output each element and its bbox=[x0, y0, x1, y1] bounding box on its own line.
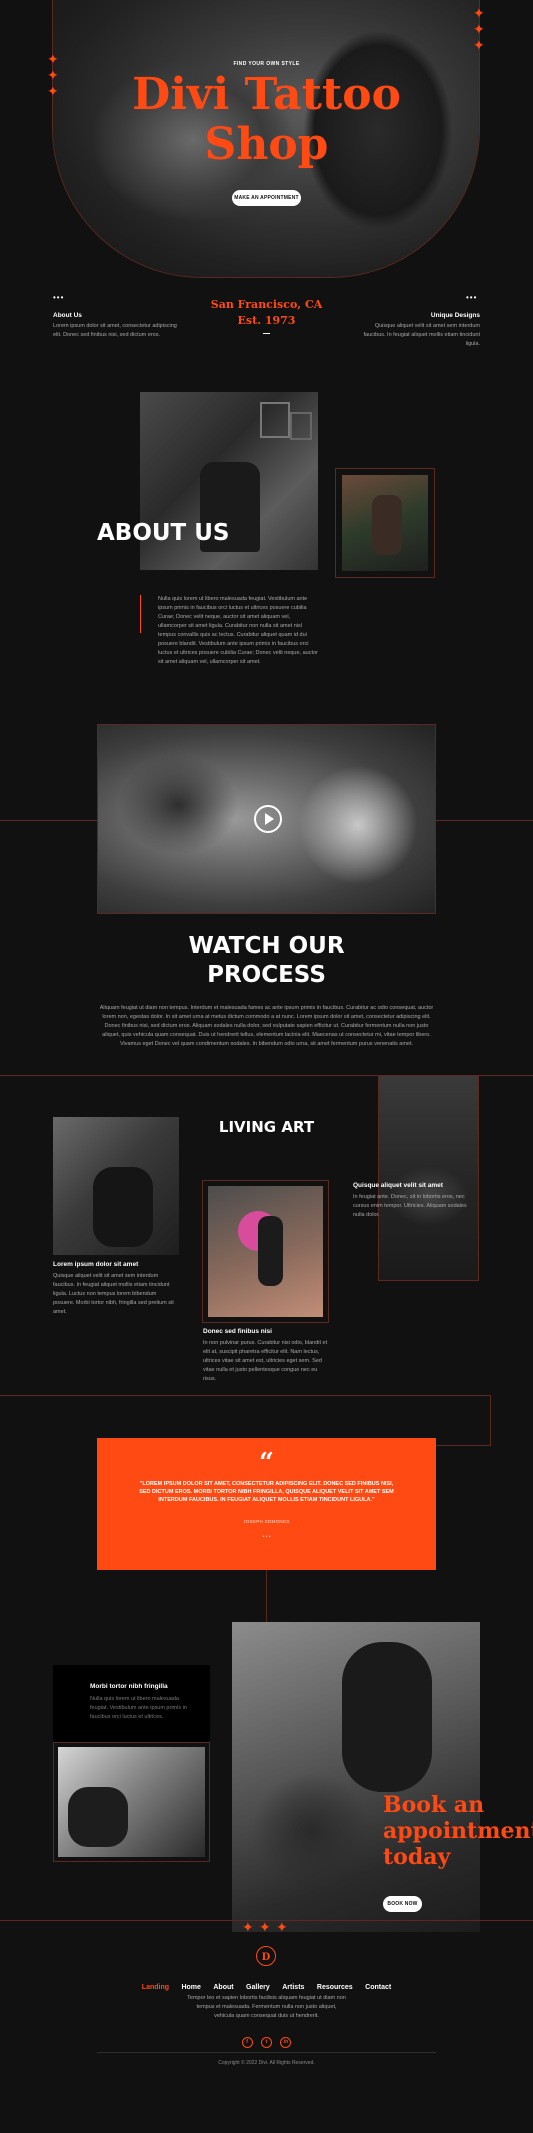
about-heading: ABOUT US bbox=[97, 520, 230, 546]
booking-card-text: Nulla quis lorem ut libero malesuada feu… bbox=[90, 1696, 187, 1720]
info-designs-text: Quisque aliquet velit sit amet sem inter… bbox=[363, 323, 480, 347]
booking-card: Morbi tortor nibh fringilla Nulla quis l… bbox=[53, 1665, 210, 1743]
living-art-section: Lorem ipsum dolor sit amet Quisque aliqu… bbox=[0, 1075, 533, 1395]
footer-nav: Landing Home About Gallery Artists Resou… bbox=[0, 1976, 533, 1994]
footer: ✦ ✦ ✦ D Landing Home About Gallery Artis… bbox=[0, 1920, 533, 2133]
footer-sparkle-icon-3: ✦ bbox=[276, 1919, 288, 1935]
info-divider bbox=[263, 333, 270, 334]
living-photo-2-frame bbox=[202, 1180, 329, 1323]
living-card2-title: Donec sed finibus nisi bbox=[203, 1328, 272, 1335]
quote-author: JOSEPH EDMONDS bbox=[243, 1519, 290, 1524]
footer-sparkle-icon-2: ✦ bbox=[259, 1919, 271, 1935]
footer-logo[interactable]: D bbox=[256, 1946, 276, 1966]
quote-pager-dots[interactable]: • • • bbox=[97, 1534, 436, 1540]
about-accent-line bbox=[140, 595, 141, 633]
footer-divider bbox=[97, 2052, 436, 2053]
footer-copyright: Copyright © 2022 Divi. All Rights Reserv… bbox=[218, 2060, 315, 2066]
quote-bottom-line bbox=[266, 1570, 267, 1622]
living-photo-1-glove bbox=[93, 1167, 153, 1247]
quote-text: "LOREM IPSUM DOLOR SIT AMET, CONSECTETUR… bbox=[139, 1481, 394, 1503]
living-card3-title: Quisque aliquet velit sit amet bbox=[353, 1182, 443, 1189]
nav-link-home[interactable]: Home bbox=[181, 1984, 200, 1991]
sparkle-icon-right-3: ✦ bbox=[473, 37, 485, 53]
living-card1-text: Quisque aliquet velit sit amet sem inter… bbox=[53, 1273, 174, 1315]
hero-section: ✦ ✦ ✦ ✦ ✦ ✦ FIND YOUR OWN STYLE Divi Tat… bbox=[0, 0, 533, 300]
info-row: ••• About Us Lorem ipsum dolor sit amet,… bbox=[0, 290, 533, 350]
booking-heading-line2: appointment bbox=[383, 1818, 533, 1844]
footer-text: Tempor leo et sapien lobortis facilisis … bbox=[187, 1995, 346, 2019]
about-small-photo-frame bbox=[335, 468, 435, 578]
about-text: Nulla quis lorem ut libero malesuada feu… bbox=[158, 596, 318, 665]
booking-photo-large bbox=[232, 1622, 480, 1932]
quote-mark-icon: “ bbox=[259, 1448, 274, 1478]
about-photo-frame-b bbox=[290, 412, 312, 440]
hero-appointment-button[interactable]: MAKE AN APPOINTMENT bbox=[232, 190, 301, 206]
living-card2-text: In non pulvinar purus. Curabitur nisi od… bbox=[203, 1340, 328, 1382]
quote-side-line bbox=[490, 1395, 491, 1445]
sparkle-icon-right-1: ✦ bbox=[473, 5, 485, 21]
living-card3-text: In feugiat ante. Donec, sit in lobortis … bbox=[353, 1194, 467, 1218]
dots-icon-right: ••• bbox=[466, 293, 478, 302]
booking-photo-hand bbox=[342, 1642, 432, 1792]
nav-link-contact[interactable]: Contact bbox=[365, 1984, 391, 1991]
booking-card-title: Morbi tortor nibh fringilla bbox=[90, 1683, 168, 1690]
footer-logo-letter: D bbox=[261, 1952, 271, 1963]
living-heading: LIVING ART bbox=[218, 1118, 315, 1136]
quote-box: “ "LOREM IPSUM DOLOR SIT AMET, CONSECTET… bbox=[97, 1438, 436, 1570]
process-heading-line1: WATCH OUR bbox=[188, 933, 345, 959]
living-photo-2 bbox=[208, 1186, 323, 1317]
living-photo-3 bbox=[378, 1075, 479, 1281]
about-small-photo bbox=[342, 475, 428, 571]
process-heading-line2: PROCESS bbox=[207, 962, 326, 988]
book-now-button[interactable]: BOOK NOW bbox=[383, 1896, 422, 1912]
nav-link-landing[interactable]: Landing bbox=[142, 1984, 169, 1991]
section-divider-2 bbox=[0, 1395, 490, 1396]
process-section: WATCH OUR PROCESS Aliquam feugiat ut dia… bbox=[0, 720, 533, 1050]
process-video[interactable] bbox=[97, 724, 436, 914]
booking-photo-small-frame bbox=[53, 1742, 210, 1862]
process-video-shape-b bbox=[298, 765, 418, 885]
booking-heading-line3: today bbox=[383, 1844, 451, 1870]
process-line-left bbox=[0, 820, 97, 821]
living-photo-2-hand bbox=[258, 1216, 283, 1286]
booking-photo-glove bbox=[252, 1772, 372, 1892]
sparkle-icon-right-2: ✦ bbox=[473, 21, 485, 37]
quote-top-line bbox=[435, 1445, 491, 1446]
about-small-photo-figure bbox=[372, 495, 402, 555]
hero-title-line2: Shop bbox=[204, 119, 329, 170]
nav-link-gallery[interactable]: Gallery bbox=[246, 1984, 270, 1991]
about-section: ABOUT US Nulla quis lorem ut libero male… bbox=[0, 380, 533, 680]
booking-photo-small bbox=[58, 1747, 205, 1857]
hero-eyebrow: FIND YOUR OWN STYLE bbox=[233, 61, 300, 67]
info-city: San Francisco, CA bbox=[210, 298, 323, 311]
booking-heading-line1: Book an bbox=[383, 1792, 485, 1818]
nav-link-artists[interactable]: Artists bbox=[282, 1984, 304, 1991]
process-video-shape-a bbox=[118, 755, 238, 855]
process-text: Aliquam feugiat ut diam non tempus. Inte… bbox=[99, 1005, 434, 1047]
booking-photo-small-hand bbox=[68, 1787, 128, 1847]
nav-link-resources[interactable]: Resources bbox=[317, 1984, 353, 1991]
footer-social: f t in bbox=[0, 2030, 533, 2048]
living-photo-1 bbox=[53, 1117, 179, 1255]
info-designs-title: Unique Designs bbox=[430, 312, 480, 319]
nav-link-about[interactable]: About bbox=[213, 1984, 233, 1991]
instagram-icon[interactable]: in bbox=[280, 2037, 292, 2048]
booking-section: Morbi tortor nibh fringilla Nulla quis l… bbox=[0, 1622, 533, 1932]
play-icon[interactable] bbox=[254, 805, 282, 833]
twitter-icon[interactable]: t bbox=[261, 2037, 272, 2048]
footer-sparkle-icon-1: ✦ bbox=[242, 1919, 254, 1935]
process-line-right bbox=[436, 820, 533, 821]
hero-title-line1: Divi Tattoo bbox=[132, 69, 401, 120]
living-card1-title: Lorem ipsum dolor sit amet bbox=[53, 1261, 139, 1268]
facebook-icon[interactable]: f bbox=[241, 2037, 253, 2048]
about-photo-frame-a bbox=[260, 402, 290, 438]
